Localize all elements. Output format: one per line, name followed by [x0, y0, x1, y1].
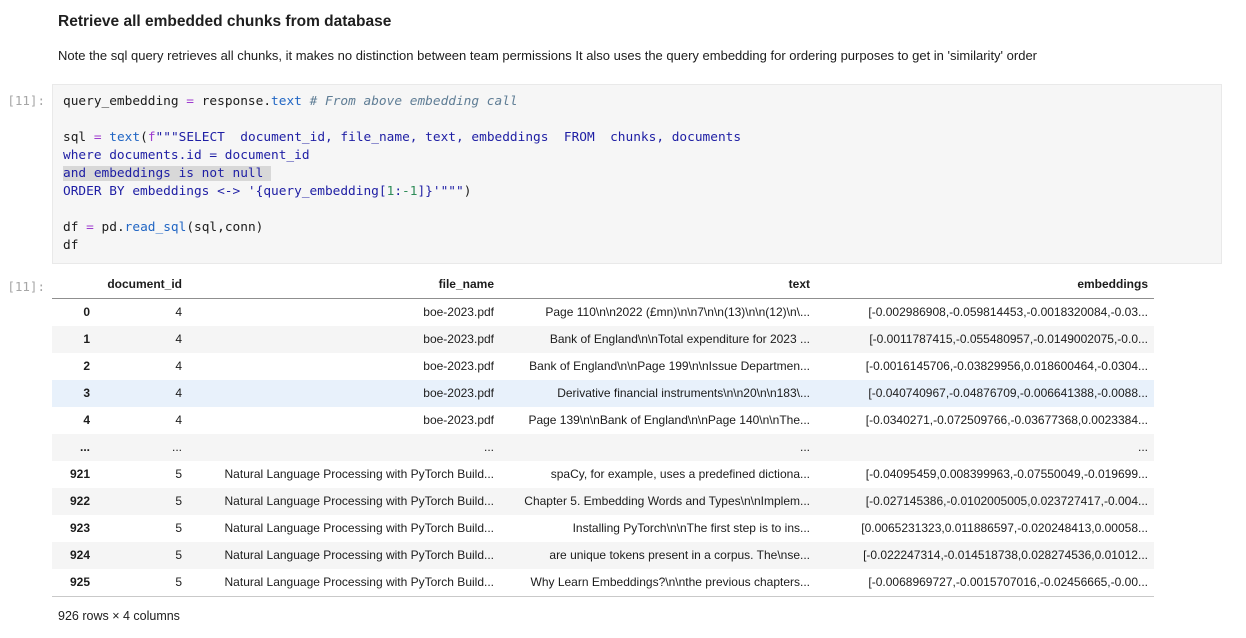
note-text: Note the sql query retrieves all chunks,… [52, 48, 1222, 64]
code-line: where documents.id = document_id [63, 147, 1211, 165]
row-index: 2 [52, 353, 96, 380]
table-row: 0 4 boe-2023.pdf Page 110\n\n2022 (£mn)\… [52, 299, 1154, 327]
cell-document-id: 5 [96, 488, 188, 515]
code-line [63, 201, 1211, 219]
cell-embeddings: [-0.0068969727,-0.0015707016,-0.02456665… [816, 569, 1154, 597]
cell-text: are unique tokens present in a corpus. T… [500, 542, 816, 569]
corner-header [52, 271, 96, 299]
input-prompt: [11]: [0, 84, 52, 108]
cell-document-id: 5 [96, 515, 188, 542]
markdown-content: Retrieve all embedded chunks from databa… [52, 12, 1222, 65]
dataframe-table: document_id file_name text embeddings 0 … [52, 271, 1154, 597]
cell-text: Page 110\n\n2022 (£mn)\n\n7\n\n(13)\n\n(… [500, 299, 816, 327]
code-line [63, 111, 1211, 129]
output-prompt: [11]: [0, 271, 52, 294]
cell-document-id: 4 [96, 407, 188, 434]
cell-file-name: boe-2023.pdf [188, 380, 500, 407]
row-index: 1 [52, 326, 96, 353]
cell-embeddings: [-0.0016145706,-0.03829956,0.018600464,-… [816, 353, 1154, 380]
dataframe-body: 0 4 boe-2023.pdf Page 110\n\n2022 (£mn)\… [52, 299, 1154, 597]
column-header-text: text [500, 271, 816, 299]
cell-embeddings: [-0.0340271,-0.072509766,-0.03677368,0.0… [816, 407, 1154, 434]
table-row: 2 4 boe-2023.pdf Bank of England\n\nPage… [52, 353, 1154, 380]
table-row: 923 5 Natural Language Processing with P… [52, 515, 1154, 542]
cell-document-id: 4 [96, 380, 188, 407]
output-content: document_id file_name text embeddings 0 … [52, 271, 1222, 623]
cell-document-id: ... [96, 434, 188, 461]
row-index: 4 [52, 407, 96, 434]
cell-text: Why Learn Embeddings?\n\nthe previous ch… [500, 569, 816, 597]
cell-embeddings: ... [816, 434, 1154, 461]
cell-document-id: 5 [96, 569, 188, 597]
cell-text: spaCy, for example, uses a predefined di… [500, 461, 816, 488]
cell-embeddings: [-0.04095459,0.008399963,-0.07550049,-0.… [816, 461, 1154, 488]
column-header-document-id: document_id [96, 271, 188, 299]
cell-document-id: 5 [96, 461, 188, 488]
header-row: document_id file_name text embeddings [52, 271, 1154, 299]
cell-file-name: ... [188, 434, 500, 461]
code-line: df [63, 237, 1211, 255]
cell-embeddings: [-0.022247314,-0.014518738,0.028274536,0… [816, 542, 1154, 569]
cell-file-name: boe-2023.pdf [188, 407, 500, 434]
cell-embeddings: [-0.027145386,-0.0102005005,0.023727417,… [816, 488, 1154, 515]
code-line: and embeddings is not null [63, 165, 1211, 183]
row-index: 923 [52, 515, 96, 542]
dataframe-header: document_id file_name text embeddings [52, 271, 1154, 299]
row-index: ... [52, 434, 96, 461]
cell-file-name: boe-2023.pdf [188, 299, 500, 327]
cell-text: Chapter 5. Embedding Words and Types\n\n… [500, 488, 816, 515]
cell-text: Derivative financial instruments\n\n20\n… [500, 380, 816, 407]
output-cell: [11]: document_id file_name text embeddi… [0, 271, 1246, 623]
code-line: sql = text(f"""SELECT document_id, file_… [63, 129, 1211, 147]
cell-embeddings: [-0.0011787415,-0.055480957,-0.014900207… [816, 326, 1154, 353]
cell-document-id: 4 [96, 326, 188, 353]
dataframe-shape-summary: 926 rows × 4 columns [52, 609, 1222, 623]
row-index: 922 [52, 488, 96, 515]
cell-text: Installing PyTorch\n\nThe first step is … [500, 515, 816, 542]
cell-file-name: Natural Language Processing with PyTorch… [188, 515, 500, 542]
code-editor[interactable]: query_embedding = response.text # From a… [52, 84, 1222, 265]
cell-text: Bank of England\n\nPage 199\n\nIssue Dep… [500, 353, 816, 380]
cell-text: Page 139\n\nBank of England\n\nPage 140\… [500, 407, 816, 434]
cell-file-name: Natural Language Processing with PyTorch… [188, 542, 500, 569]
notebook-page: Retrieve all embedded chunks from databa… [0, 0, 1246, 638]
table-row: 4 4 boe-2023.pdf Page 139\n\nBank of Eng… [52, 407, 1154, 434]
table-row: 924 5 Natural Language Processing with P… [52, 542, 1154, 569]
table-row: 3 4 boe-2023.pdf Derivative financial in… [52, 380, 1154, 407]
cell-document-id: 4 [96, 299, 188, 327]
cell-file-name: Natural Language Processing with PyTorch… [188, 461, 500, 488]
table-row: 1 4 boe-2023.pdf Bank of England\n\nTota… [52, 326, 1154, 353]
cell-document-id: 5 [96, 542, 188, 569]
row-index: 3 [52, 380, 96, 407]
cell-document-id: 4 [96, 353, 188, 380]
cell-text: ... [500, 434, 816, 461]
table-row: 925 5 Natural Language Processing with P… [52, 569, 1154, 597]
table-row: ... ... ... ... ... [52, 434, 1154, 461]
row-index: 925 [52, 569, 96, 597]
row-index: 921 [52, 461, 96, 488]
code-line: query_embedding = response.text # From a… [63, 93, 1211, 111]
cell-file-name: Natural Language Processing with PyTorch… [188, 488, 500, 515]
markdown-cell: Retrieve all embedded chunks from databa… [0, 12, 1246, 65]
column-header-embeddings: embeddings [816, 271, 1154, 299]
cell-embeddings: [0.0065231323,0.011886597,-0.020248413,0… [816, 515, 1154, 542]
cell-file-name: boe-2023.pdf [188, 353, 500, 380]
cell-embeddings: [-0.040740967,-0.04876709,-0.006641388,-… [816, 380, 1154, 407]
column-header-file-name: file_name [188, 271, 500, 299]
table-row: 921 5 Natural Language Processing with P… [52, 461, 1154, 488]
cell-file-name: boe-2023.pdf [188, 326, 500, 353]
row-index: 0 [52, 299, 96, 327]
row-index: 924 [52, 542, 96, 569]
code-cell-content: query_embedding = response.text # From a… [52, 84, 1222, 265]
code-line: df = pd.read_sql(sql,conn) [63, 219, 1211, 237]
code-cell: [11]: query_embedding = response.text # … [0, 84, 1246, 265]
cell-text: Bank of England\n\nTotal expenditure for… [500, 326, 816, 353]
code-line: ORDER BY embeddings <-> '{query_embeddin… [63, 183, 1211, 201]
cell-file-name: Natural Language Processing with PyTorch… [188, 569, 500, 597]
table-row: 922 5 Natural Language Processing with P… [52, 488, 1154, 515]
cell-embeddings: [-0.002986908,-0.059814453,-0.0018320084… [816, 299, 1154, 327]
section-heading: Retrieve all embedded chunks from databa… [52, 12, 1222, 31]
